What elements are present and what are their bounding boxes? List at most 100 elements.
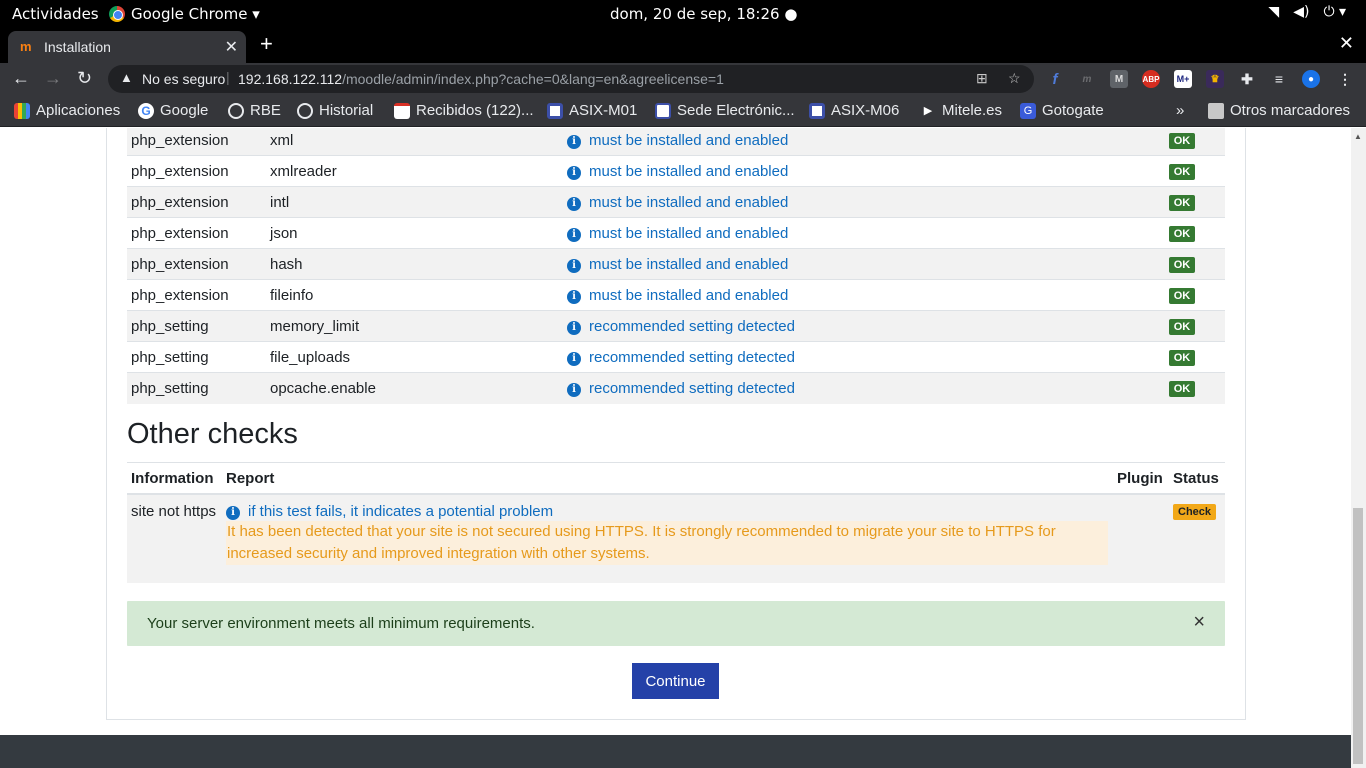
adblock-extension-icon[interactable]: ABP (1142, 70, 1160, 88)
bookmark-gotogate[interactable]: G Gotogate (1020, 102, 1104, 119)
back-icon[interactable]: ← (12, 68, 30, 89)
status-badge: OK (1168, 350, 1196, 366)
m-extension-icon[interactable]: m (1078, 70, 1096, 88)
page-viewport: php_extension xml i must be installed and e… (0, 128, 1351, 768)
media-queue-icon[interactable]: ≡ (1270, 70, 1288, 88)
env-report-link[interactable]: must be installed and enabled (589, 194, 788, 211)
env-report[interactable]: i must be installed and enabled (563, 248, 1139, 280)
crown-extension-icon[interactable]: ♛ (1206, 70, 1224, 88)
env-type: php_extension (127, 279, 266, 311)
security-label[interactable]: No es seguro (142, 71, 225, 87)
close-window-icon[interactable]: ✕ (1339, 33, 1354, 54)
continue-button[interactable]: Continue (632, 663, 719, 699)
env-report[interactable]: i recommended setting detected (563, 372, 1139, 404)
bookmark-mitele[interactable]: ▶ Mitele.es (920, 102, 1002, 119)
env-name: xml (266, 128, 563, 156)
bookmark-sede[interactable]: Sede Electrónic... (655, 102, 795, 119)
bookmark-asix-m01[interactable]: ASIX-M01 (547, 102, 637, 119)
status-badge: Check (1173, 504, 1217, 520)
menu-kebab-icon[interactable]: ⋮ (1336, 70, 1354, 88)
env-report[interactable]: i must be installed and enabled (563, 128, 1139, 156)
table-row: php_setting memory_limit i recommended sett… (127, 310, 1225, 342)
bookmark-google[interactable]: G Google (138, 102, 208, 119)
globe-icon (228, 102, 244, 119)
status-badge: OK (1168, 381, 1196, 398)
chrome-icon (109, 6, 125, 22)
address-bar[interactable]: ▲ No es seguro | 192.168.122.112/moodle/… (108, 65, 1034, 93)
env-report[interactable]: i must be installed and enabled (563, 217, 1139, 249)
env-report-link[interactable]: recommended setting detected (589, 349, 795, 366)
volume-icon: ◀) (1293, 4, 1310, 20)
env-report-link[interactable]: must be installed and enabled (589, 287, 788, 304)
scrollbar-thumb[interactable] (1353, 508, 1363, 764)
status-badge: OK (1168, 195, 1196, 211)
env-name: file_uploads (266, 341, 563, 373)
env-report-link[interactable]: must be installed and enabled (589, 163, 788, 180)
env-report-link[interactable]: recommended setting detected (589, 380, 795, 397)
env-type: php_setting (127, 310, 266, 342)
bookmark-otros-marcadores[interactable]: Otros marcadores (1208, 102, 1350, 119)
other-checks-heading: Other checks (127, 418, 298, 450)
bookmark-star-icon[interactable]: ☆ (1008, 70, 1021, 87)
env-report[interactable]: i must be installed and enabled (563, 279, 1139, 311)
env-name: opcache.enable (266, 372, 563, 404)
activities-button[interactable]: Actividades (12, 5, 99, 23)
clock[interactable]: dom, 20 de sep, 18:26 ● (610, 5, 797, 23)
scroll-up-icon[interactable]: ▲ (1354, 132, 1362, 141)
gotogate-icon: G (1020, 102, 1036, 119)
bookmark-rbe[interactable]: RBE (228, 102, 281, 119)
env-report-link[interactable]: recommended setting detected (589, 318, 795, 335)
translate-icon[interactable]: ⊞ (976, 70, 988, 87)
url-text[interactable]: 192.168.122.112/moodle/admin/index.php?c… (238, 71, 724, 87)
extensions-puzzle-icon[interactable]: ✚ (1238, 70, 1256, 88)
env-report[interactable]: i recommended setting detected (563, 341, 1139, 373)
bookmark-asix-m06[interactable]: ASIX-M06 (809, 102, 899, 119)
other-checks-header-row: Information Report Plugin Status (127, 463, 1225, 495)
bookmark-label: Gotogate (1042, 102, 1104, 119)
table-row: site not https i if this test fails, it i… (127, 495, 1225, 583)
forward-icon[interactable]: → (44, 68, 62, 89)
close-alert-button[interactable]: × (1193, 611, 1205, 634)
success-alert: Your server environment meets all minimu… (127, 601, 1225, 646)
mplus-extension-icon[interactable]: M+ (1174, 70, 1192, 88)
warning-icon[interactable]: ▲ (120, 70, 133, 85)
bookmark-label: ASIX-M01 (569, 102, 638, 119)
fedora-extension-icon[interactable]: f (1046, 70, 1064, 88)
check-report-link[interactable]: if this test fails, it indicates a poten… (248, 503, 553, 520)
close-tab-icon[interactable]: ✕ (225, 37, 238, 57)
table-row: php_extension fileinfo i must be installed … (127, 279, 1225, 311)
env-report-link[interactable]: must be installed and enabled (589, 225, 788, 242)
bookmark-aplicaciones[interactable]: Aplicaciones (14, 102, 120, 119)
system-tray[interactable]: ◥ ◀) ⏻ ▾ (1268, 4, 1346, 20)
power-icon: ⏻ ▾ (1323, 4, 1346, 20)
bookmarks-overflow-button[interactable]: » (1176, 102, 1184, 119)
env-type: php_setting (127, 372, 266, 404)
reload-icon[interactable]: ↻ (77, 68, 92, 89)
browser-toolbar: ← → ↻ ▲ No es seguro | 192.168.122.112/m… (0, 63, 1366, 95)
env-name: xmlreader (266, 155, 563, 187)
env-report-link[interactable]: must be installed and enabled (589, 256, 788, 273)
env-type: php_setting (127, 341, 266, 373)
info-icon: i (567, 258, 581, 273)
check-report[interactable]: i if this test fails, it indicates a pote… (226, 503, 553, 520)
info-icon: i (567, 382, 581, 397)
bookmark-historial[interactable]: Historial (297, 102, 373, 119)
bookmark-recibidos[interactable]: Recibidos (122)... (394, 102, 534, 119)
env-report-link[interactable]: must be installed and enabled (589, 132, 788, 149)
app-menu[interactable]: Google Chrome ▾ (109, 5, 260, 23)
tab-installation[interactable]: m Installation ✕ (8, 31, 246, 63)
info-icon: i (567, 320, 581, 335)
env-report[interactable]: i must be installed and enabled (563, 186, 1139, 218)
moodle-favicon-icon: m (20, 39, 32, 54)
page-scrollbar[interactable]: ▲ (1351, 128, 1366, 768)
status-badge: OK (1168, 319, 1196, 335)
env-name: json (266, 217, 563, 249)
env-report[interactable]: i recommended setting detected (563, 310, 1139, 342)
bookmark-label: Google (160, 102, 209, 119)
mega-extension-icon[interactable]: M (1110, 70, 1128, 88)
profile-avatar[interactable]: ● (1302, 70, 1320, 88)
env-report[interactable]: i must be installed and enabled (563, 155, 1139, 187)
new-tab-button[interactable]: + (260, 31, 273, 57)
info-icon: i (226, 506, 240, 520)
table-row: php_extension intl i must be installed and … (127, 186, 1225, 218)
